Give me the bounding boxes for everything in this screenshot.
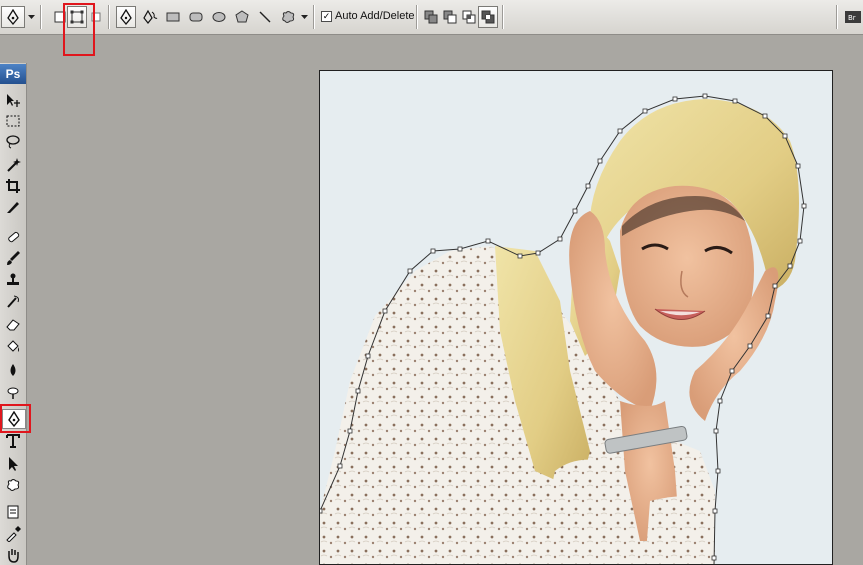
- move-icon[interactable]: [2, 91, 24, 109]
- eyedropper-icon[interactable]: [2, 525, 24, 543]
- subtract-from-path-icon[interactable]: [440, 6, 460, 28]
- crop-icon[interactable]: [2, 177, 24, 195]
- paths-mode-highlight: [63, 3, 95, 56]
- brush-icon[interactable]: [2, 249, 24, 267]
- healing-brush-icon[interactable]: [2, 228, 24, 246]
- auto-add-delete-label: Auto Add/Delete: [335, 10, 415, 22]
- path-selection-icon[interactable]: [2, 455, 24, 473]
- pen-icon[interactable]: [116, 6, 136, 28]
- custom-shape-icon[interactable]: [278, 6, 298, 28]
- slice-icon[interactable]: [2, 198, 24, 216]
- eraser-icon[interactable]: [2, 315, 24, 333]
- type-icon[interactable]: [2, 432, 24, 450]
- exclude-overlap-icon[interactable]: [478, 6, 498, 28]
- bridge-icon[interactable]: Br: [842, 6, 863, 28]
- rectangle-icon[interactable]: [163, 6, 183, 28]
- ellipse-icon[interactable]: [209, 6, 229, 28]
- svg-text:Br: Br: [848, 14, 856, 22]
- options-bar: ✓ Auto Add/Delete Br: [0, 0, 863, 56]
- tool-preset-dropdown-icon[interactable]: [25, 6, 37, 28]
- tool-preset-pen-icon[interactable]: [1, 6, 25, 28]
- pen-tool-highlight: [0, 404, 31, 433]
- document-canvas[interactable]: [319, 70, 833, 565]
- blur-icon[interactable]: [2, 361, 24, 379]
- clone-stamp-icon[interactable]: [2, 271, 24, 289]
- polygon-icon[interactable]: [232, 6, 252, 28]
- ps-logo: Ps: [0, 64, 26, 84]
- rounded-rectangle-icon[interactable]: [186, 6, 206, 28]
- hand-icon[interactable]: [2, 546, 24, 564]
- add-to-path-icon[interactable]: [421, 6, 441, 28]
- intersect-path-icon[interactable]: [459, 6, 479, 28]
- custom-shape-tool-icon[interactable]: [2, 477, 24, 495]
- notes-icon[interactable]: [2, 503, 24, 521]
- photo-with-path[interactable]: [320, 71, 833, 565]
- auto-add-delete-checkbox[interactable]: ✓: [321, 11, 332, 22]
- history-brush-icon[interactable]: [2, 293, 24, 311]
- lasso-icon[interactable]: [2, 133, 24, 151]
- magic-wand-icon[interactable]: [2, 156, 24, 174]
- marquee-icon[interactable]: [2, 112, 24, 130]
- paint-bucket-icon[interactable]: [2, 338, 24, 356]
- custom-shape-dropdown-icon[interactable]: [298, 6, 310, 28]
- line-icon[interactable]: [255, 6, 275, 28]
- freeform-pen-icon[interactable]: [140, 6, 160, 28]
- dodge-icon[interactable]: [2, 383, 24, 401]
